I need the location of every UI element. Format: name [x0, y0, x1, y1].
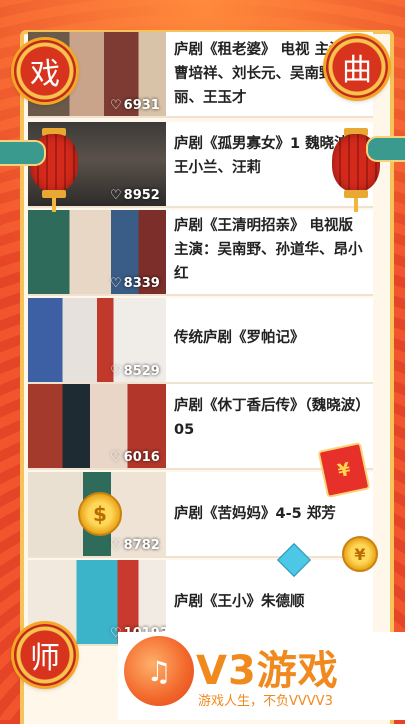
shi-medallion: 师: [14, 624, 76, 686]
heart-icon: ♡: [110, 188, 122, 203]
like-count: ♡ 6931: [110, 98, 160, 113]
like-count: ♡ 8952: [110, 188, 160, 203]
heart-icon: ♡: [110, 276, 122, 291]
like-count: ♡ 8529: [110, 364, 160, 379]
heart-icon: ♡: [110, 98, 122, 113]
coin-icon: ¥: [342, 536, 378, 572]
video-title[interactable]: 庐剧《王清明招亲》 电视版 主演：吴南野、孙道华、昂小红: [174, 214, 369, 286]
list-item[interactable]: ♡ 6931 庐剧《租老婆》 电视 主演：曹培祥、刘长元、吴南野、张丽、王玉才: [28, 32, 373, 118]
list-item[interactable]: ♡ 8339 庐剧《王清明招亲》 电视版 主演：吴南野、孙道华、昂小红: [28, 210, 373, 296]
xi-medallion: 戏: [14, 40, 76, 102]
video-list[interactable]: ♡ 6931 庐剧《租老婆》 电视 主演：曹培祥、刘长元、吴南野、张丽、王玉才 ♡…: [28, 30, 373, 720]
qu-medallion: 曲: [326, 36, 388, 98]
like-count: ♡ 8339: [110, 276, 160, 291]
video-thumbnail[interactable]: ♡ 6016: [28, 384, 166, 468]
list-item[interactable]: ♡ 8952 庐剧《孤男寡女》1 魏晓波、王小兰、汪莉: [28, 122, 373, 208]
list-item[interactable]: ♡ 8529 传统庐剧《罗帕记》: [28, 298, 373, 384]
watermark-slogan: 游戏人生，不负VVVV3: [198, 694, 333, 709]
heart-icon: ♡: [110, 538, 122, 553]
video-title[interactable]: 传统庐剧《罗帕记》: [174, 326, 369, 350]
video-thumbnail[interactable]: ♡ 8529: [28, 298, 166, 382]
music-note-icon: ♫: [124, 636, 194, 706]
heart-icon: ♡: [110, 450, 122, 465]
video-title[interactable]: 庐剧《王小》朱德顺: [174, 590, 369, 614]
watermark-brand: V3游戏: [196, 648, 339, 694]
cloud-icon: [366, 136, 405, 162]
heart-icon: ♡: [110, 364, 122, 379]
video-title[interactable]: 庐剧《苦妈妈》4-5 郑芳: [174, 502, 369, 526]
video-thumbnail[interactable]: ♡ 8339: [28, 210, 166, 294]
cloud-icon: [0, 140, 46, 166]
coin-icon: $: [78, 492, 122, 536]
like-count: ♡ 6016: [110, 450, 160, 465]
like-count: ♡ 8782: [110, 538, 160, 553]
video-title[interactable]: 庐剧《休丁香后传》（魏晓波）05: [174, 394, 369, 442]
